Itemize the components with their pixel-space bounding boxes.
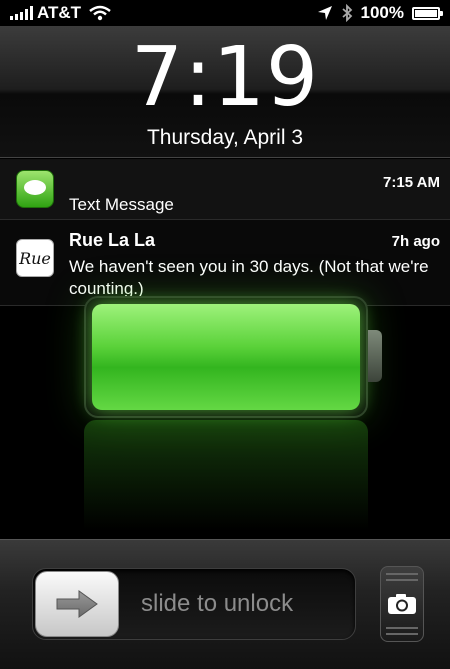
battery-reflection <box>84 420 368 530</box>
camera-button[interactable] <box>380 566 424 642</box>
lock-header: 7:19 Thursday, April 3 <box>0 26 450 158</box>
notification-text-message[interactable]: 7:15 AM Text Message <box>0 159 450 220</box>
battery-charge-level <box>92 304 360 410</box>
slide-to-unlock-label: slide to unlock <box>141 590 294 617</box>
status-bar: AT&T 100% <box>0 0 450 26</box>
battery-body <box>84 296 368 418</box>
bluetooth-icon <box>341 4 352 22</box>
signal-icon <box>10 6 33 20</box>
carrier-name: AT&T <box>37 3 82 22</box>
clock: 7:19 <box>130 30 320 125</box>
camera-icon <box>388 594 416 614</box>
notification-time: 7h ago <box>391 233 440 250</box>
notification-body: We haven't seen you in 30 days. (Not tha… <box>69 257 429 298</box>
notification-rue-la-la[interactable]: Rue La La 7h ago We haven't seen you in … <box>0 220 450 306</box>
battery-percent: 100% <box>360 3 404 22</box>
wifi-icon <box>89 5 111 21</box>
battery-icon <box>412 6 443 20</box>
charging-battery-graphic <box>84 296 384 418</box>
notification-time: 7:15 AM <box>383 174 440 191</box>
bottom-bar: slide to unlock <box>0 539 450 669</box>
notification-title: Rue La La <box>69 230 156 250</box>
rue-la-la-icon: Rue <box>16 239 54 277</box>
notification-list: 7:15 AM Text Message Rue La La 7h ago We… <box>0 159 450 306</box>
notification-body: Text Message <box>69 195 174 214</box>
unlock-slider-knob[interactable] <box>35 571 119 637</box>
date: Thursday, April 3 <box>146 126 303 149</box>
arrow-right-icon <box>56 590 98 618</box>
messages-icon <box>16 170 54 208</box>
location-icon <box>317 6 332 20</box>
slide-to-unlock-track[interactable]: slide to unlock <box>32 568 356 640</box>
battery-terminal <box>368 330 382 382</box>
